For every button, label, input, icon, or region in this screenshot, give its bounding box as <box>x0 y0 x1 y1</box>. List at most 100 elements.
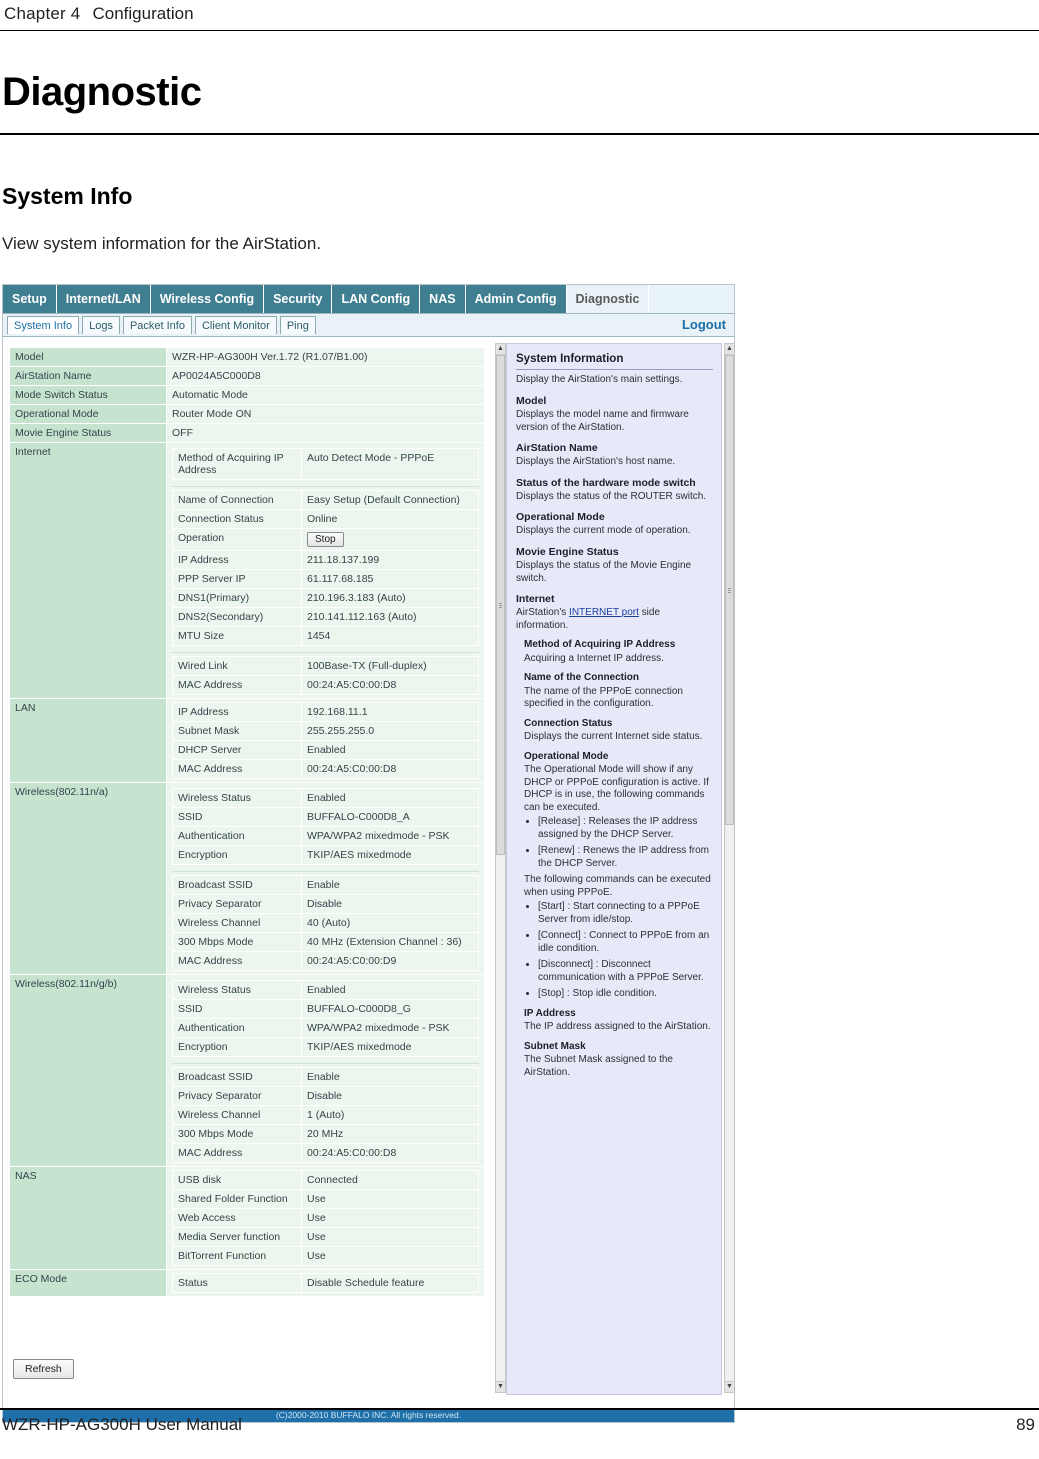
left-pane-scrollbar[interactable]: ▲ ▼ <box>495 343 506 1393</box>
key-name-of-connection: Name of Connection <box>172 490 302 510</box>
value-nas-bittorrent: Use <box>301 1246 479 1266</box>
eco-group: Status Disable Schedule feature <box>172 1273 479 1293</box>
scroll-up-icon[interactable]: ▲ <box>496 344 505 355</box>
key-wngb-ssid: SSID <box>172 999 302 1019</box>
manual-page: Chapter 4 Configuration Diagnostic System… <box>0 0 1039 1459</box>
list-item: DNS2(Secondary) 210.141.112.163 (Auto) <box>172 607 479 627</box>
list-item: Method of Acquiring IP Address Auto Dete… <box>172 448 479 480</box>
help-text-subnet-mask: The Subnet Mask assigned to the AirStati… <box>524 1054 673 1078</box>
subtab-ping[interactable]: Ping <box>279 316 316 334</box>
row-value-airstation-name: AP0024A5C000D8 <box>166 366 485 386</box>
value-name-of-connection: Easy Setup (Default Connection) <box>301 490 479 510</box>
system-info-pane: Model WZR-HP-AG300H Ver.1.72 (R1.07/B1.0… <box>3 343 492 1395</box>
row-value-model: WZR-HP-AG300H Ver.1.72 (R1.07/B1.00) <box>166 347 485 367</box>
help-text-airstation-name: Displays the AirStation's host name. <box>516 456 676 468</box>
value-wngb-privacy: Disable <box>301 1086 479 1106</box>
key-mtu-size: MTU Size <box>172 626 302 646</box>
wireless-ngb-group1: Wireless Status Enabled SSID BUFFALO-C00… <box>172 980 479 1057</box>
refresh-button[interactable]: Refresh <box>13 1359 74 1379</box>
subtab-system-info[interactable]: System Info <box>7 316 80 334</box>
footer-manual-name: WZR-HP-AG300H User Manual <box>2 1415 242 1434</box>
row-label-operational-mode: Operational Mode <box>9 404 167 424</box>
row-value-lan: IP Address 192.168.11.1 Subnet Mask 255.… <box>166 698 485 783</box>
divider <box>172 871 479 873</box>
key-operation: Operation <box>172 528 302 551</box>
table-row: Mode Switch Status Automatic Mode <box>9 385 485 405</box>
divider <box>172 1063 479 1065</box>
list-item: Broadcast SSID Enable <box>172 875 479 895</box>
nav-tab-internet-lan[interactable]: Internet/LAN <box>56 285 151 313</box>
subtab-logs[interactable]: Logs <box>82 316 120 334</box>
row-label-wireless-na: Wireless(802.11n/a) <box>9 782 167 975</box>
internet-port-link[interactable]: INTERNET port <box>569 607 639 618</box>
key-wngb-broadcast: Broadcast SSID <box>172 1067 302 1087</box>
divider <box>172 652 479 654</box>
list-item: USB disk Connected <box>172 1170 479 1190</box>
scroll-up-icon[interactable]: ▲ <box>725 344 734 355</box>
key-nas-web-access: Web Access <box>172 1208 302 1228</box>
list-item: [Renew] : Renews the IP address from the… <box>538 845 713 870</box>
key-wngb-privacy: Privacy Separator <box>172 1086 302 1106</box>
row-value-nas: USB disk Connected Shared Folder Functio… <box>166 1166 485 1270</box>
list-item: PPP Server IP 61.117.68.185 <box>172 569 479 589</box>
row-value-movie-engine: OFF <box>166 423 485 443</box>
key-connection-status: Connection Status <box>172 509 302 529</box>
row-label-model: Model <box>9 347 167 367</box>
chapter-label: Chapter 4 <box>4 4 81 23</box>
list-item: Wireless Channel 40 (Auto) <box>172 913 479 933</box>
key-eco-status: Status <box>172 1273 302 1293</box>
scroll-down-icon[interactable]: ▼ <box>725 1381 734 1392</box>
help-heading-operational-mode-2: Operational Mode <box>524 750 609 762</box>
value-wna-auth: WPA/WPA2 mixedmode - PSK <box>301 826 479 846</box>
nav-tab-setup[interactable]: Setup <box>3 285 57 313</box>
nav-tab-wireless-config[interactable]: Wireless Config <box>150 285 265 313</box>
table-row: Internet Method of Acquiring IP Address … <box>9 442 485 699</box>
value-lan-mac: 00:24:A5:C0:00:D8 <box>301 759 479 779</box>
list-item: [Connect] : Connect to PPPoE from an idl… <box>538 930 713 955</box>
scrollbar-thumb[interactable] <box>725 355 734 825</box>
value-wngb-300mbps: 20 MHz <box>301 1124 479 1144</box>
key-wired-link: Wired Link <box>172 656 302 676</box>
row-value-wireless-ngb: Wireless Status Enabled SSID BUFFALO-C00… <box>166 974 485 1167</box>
help-text-ip-address: The IP address assigned to the AirStatio… <box>524 1021 711 1033</box>
key-wna-300mbps: 300 Mbps Mode <box>172 932 302 952</box>
list-item: Wireless Status Enabled <box>172 788 479 808</box>
key-internet-mac: MAC Address <box>172 675 302 695</box>
footer-page-number: 89 <box>1016 1415 1035 1434</box>
subtab-packet-info[interactable]: Packet Info <box>122 316 192 334</box>
scrollbar-thumb[interactable] <box>496 355 505 855</box>
row-label-nas: NAS <box>9 1166 167 1270</box>
nav-tab-security[interactable]: Security <box>264 285 333 313</box>
row-label-eco-mode: ECO Mode <box>9 1269 167 1297</box>
subtab-client-monitor[interactable]: Client Monitor <box>194 316 277 334</box>
list-item: IP Address 211.18.137.199 <box>172 550 479 570</box>
nav-tab-lan-config[interactable]: LAN Config <box>332 285 421 313</box>
key-wngb-300mbps: 300 Mbps Mode <box>172 1124 302 1144</box>
list-item: Connection Status Online <box>172 509 479 529</box>
row-value-internet: Method of Acquiring IP Address Auto Dete… <box>166 442 485 699</box>
list-item: MAC Address 00:24:A5:C0:00:D8 <box>172 759 479 779</box>
wireless-ngb-group2: Broadcast SSID Enable Privacy Separator … <box>172 1067 479 1163</box>
table-row: NAS USB disk Connected Shared Folder Fun… <box>9 1166 485 1270</box>
list-item: MAC Address 00:24:A5:C0:00:D8 <box>172 675 479 695</box>
system-info-table: Model WZR-HP-AG300H Ver.1.72 (R1.07/B1.0… <box>9 347 485 1297</box>
logout-link[interactable]: Logout <box>682 317 726 332</box>
chapter-title: Configuration <box>92 4 194 23</box>
nav-tab-nas[interactable]: NAS <box>420 285 466 313</box>
help-pane-scrollbar[interactable]: ▲ ▼ <box>724 343 734 1393</box>
nav-tab-diagnostic[interactable]: Diagnostic <box>566 285 650 313</box>
stop-button[interactable]: Stop <box>307 532 344 547</box>
sub-nav-tabs: System Info Logs Packet Info Client Moni… <box>3 314 734 337</box>
value-ip-address: 211.18.137.199 <box>301 550 479 570</box>
nav-tab-admin-config[interactable]: Admin Config <box>465 285 567 313</box>
wireless-na-group2: Broadcast SSID Enable Privacy Separator … <box>172 875 479 971</box>
value-lan-subnet: 255.255.255.0 <box>301 721 479 741</box>
key-wna-privacy: Privacy Separator <box>172 894 302 914</box>
scroll-down-icon[interactable]: ▼ <box>496 1381 505 1392</box>
help-dhcp-commands-list: [Release] : Releases the IP address assi… <box>538 816 713 870</box>
help-text-operational-mode-2: The Operational Mode will show if any DH… <box>524 764 709 813</box>
value-wna-300mbps: 40 MHz (Extension Channel : 36) <box>301 932 479 952</box>
internet-group-acquiring: Method of Acquiring IP Address Auto Dete… <box>172 448 479 480</box>
table-row: Movie Engine Status OFF <box>9 423 485 443</box>
help-text-model: Displays the model name and firmware ver… <box>516 409 689 433</box>
